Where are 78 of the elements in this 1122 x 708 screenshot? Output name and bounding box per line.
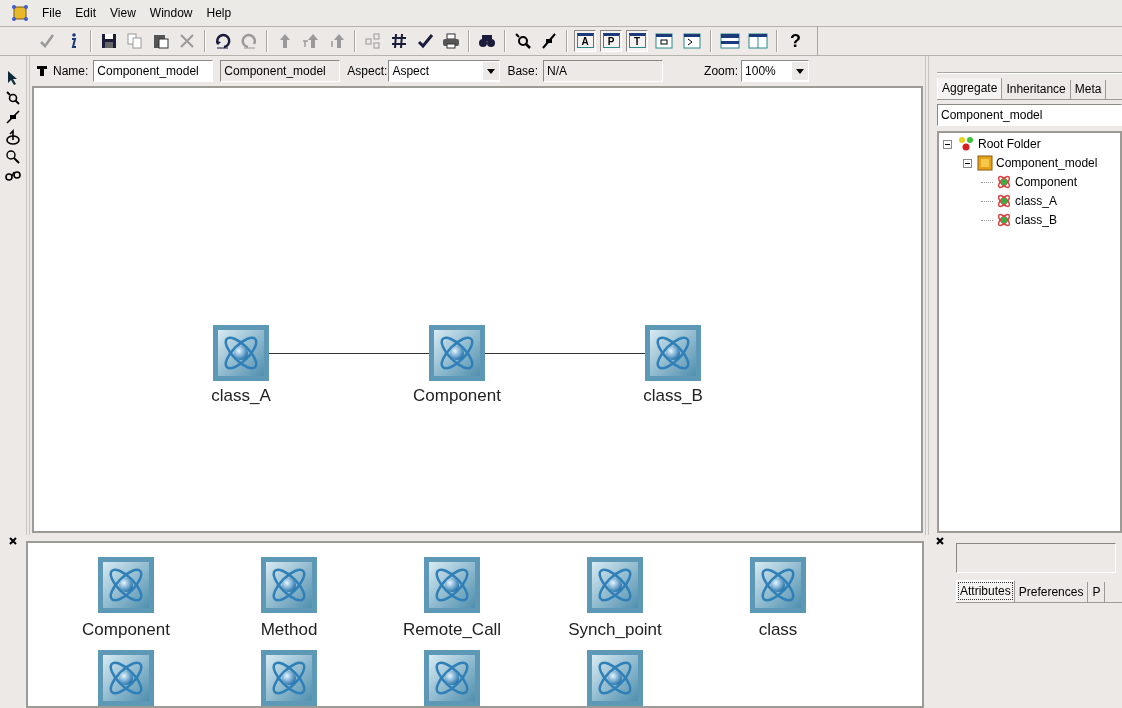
connect-icon[interactable] <box>6 109 20 124</box>
node-label: class_B <box>643 384 703 407</box>
connect-icon[interactable] <box>540 31 558 50</box>
tree-item[interactable]: Component <box>1015 173 1078 192</box>
grid-icon[interactable] <box>390 31 408 50</box>
zoom-dropdown[interactable]: 100% <box>741 59 810 82</box>
atom-icon[interactable] <box>750 556 806 613</box>
atom-icon[interactable] <box>645 324 701 381</box>
check-icon[interactable] <box>416 31 434 50</box>
name-label: Name: <box>53 62 89 80</box>
help-button[interactable]: ? <box>784 31 807 50</box>
aspect-label: Aspect: <box>347 62 388 80</box>
model-canvas[interactable]: class_A Component class_B <box>32 85 923 533</box>
browser-tab[interactable]: Aggregate <box>937 77 1003 99</box>
atom-icon[interactable] <box>261 650 317 706</box>
kind-field: Component_model <box>220 59 341 82</box>
print-icon[interactable] <box>442 31 460 50</box>
atom-icon <box>996 212 1012 229</box>
console-icon[interactable] <box>683 32 701 49</box>
atom-icon[interactable] <box>261 556 317 613</box>
atom-icon[interactable] <box>429 324 485 381</box>
atom-icon[interactable] <box>424 650 480 706</box>
filter-field[interactable]: Component_model <box>937 103 1122 126</box>
panel-toggle-button[interactable]: P <box>600 29 622 52</box>
model-icon <box>977 155 993 172</box>
tree-item[interactable]: class_B <box>1015 211 1058 230</box>
text-icon <box>36 64 48 77</box>
browser-tab[interactable]: Meta <box>1070 79 1107 99</box>
object-name-field[interactable] <box>956 542 1116 573</box>
rotate-icon[interactable] <box>6 128 20 145</box>
attributes-tab[interactable]: P <box>1088 581 1106 602</box>
atom-icon[interactable] <box>98 556 154 613</box>
attributes-tab[interactable]: Attributes <box>956 579 1015 602</box>
collapse-icon[interactable] <box>963 158 972 168</box>
part-label[interactable]: class <box>758 616 798 642</box>
atom-icon[interactable] <box>587 650 643 706</box>
vertical-split-icon[interactable] <box>748 32 768 49</box>
base-label: Base: <box>507 62 539 80</box>
save-icon[interactable] <box>100 31 118 50</box>
browser-tab[interactable]: Inheritance <box>1002 79 1071 99</box>
part-label[interactable]: Component <box>82 616 170 642</box>
part-label[interactable]: Method <box>260 616 318 642</box>
zoom-icon[interactable] <box>514 31 532 50</box>
close-icon[interactable] <box>936 536 944 545</box>
menu-item[interactable]: File <box>42 3 62 22</box>
tree-item[interactable]: Root Folder <box>978 135 1041 154</box>
name-field[interactable]: Component_model <box>93 59 214 82</box>
search-icon[interactable] <box>6 149 20 164</box>
tree-item[interactable]: Component_model <box>996 154 1098 173</box>
collapse-icon[interactable] <box>943 139 952 149</box>
menu-item[interactable]: Help <box>206 3 232 22</box>
aspect-dropdown[interactable]: Aspect <box>388 59 501 82</box>
app-icon <box>12 4 28 21</box>
menu-item[interactable]: Window <box>149 3 193 22</box>
panel-toggle-button[interactable]: T <box>626 29 648 52</box>
menu-item[interactable]: Edit <box>75 3 97 22</box>
glasses-icon[interactable] <box>5 168 21 181</box>
part-label[interactable]: Remote_Call <box>402 616 502 642</box>
atom-icon[interactable] <box>213 324 269 381</box>
atom-icon <box>996 193 1012 210</box>
atom-icon[interactable] <box>587 556 643 613</box>
node-label: Component <box>413 384 501 407</box>
horizontal-split-icon[interactable] <box>720 32 740 49</box>
close-icon[interactable] <box>9 536 17 545</box>
attributes-tab[interactable]: Preferences <box>1014 581 1089 602</box>
base-field: N/A <box>543 59 664 82</box>
atom-icon[interactable] <box>98 650 154 706</box>
part-label[interactable]: Synch_point <box>568 616 662 642</box>
node-label: class_A <box>211 384 271 407</box>
menu-item[interactable]: View <box>110 3 136 22</box>
atom-icon <box>996 174 1012 191</box>
panel-toggle-button[interactable]: A <box>574 29 596 52</box>
window-icon[interactable] <box>655 32 673 49</box>
atom-icon[interactable] <box>424 556 480 613</box>
zoom-label: Zoom: <box>704 62 739 80</box>
zoom-icon[interactable] <box>6 90 20 105</box>
undo-icon[interactable] <box>214 31 232 50</box>
tree-item[interactable]: class_A <box>1015 192 1058 211</box>
